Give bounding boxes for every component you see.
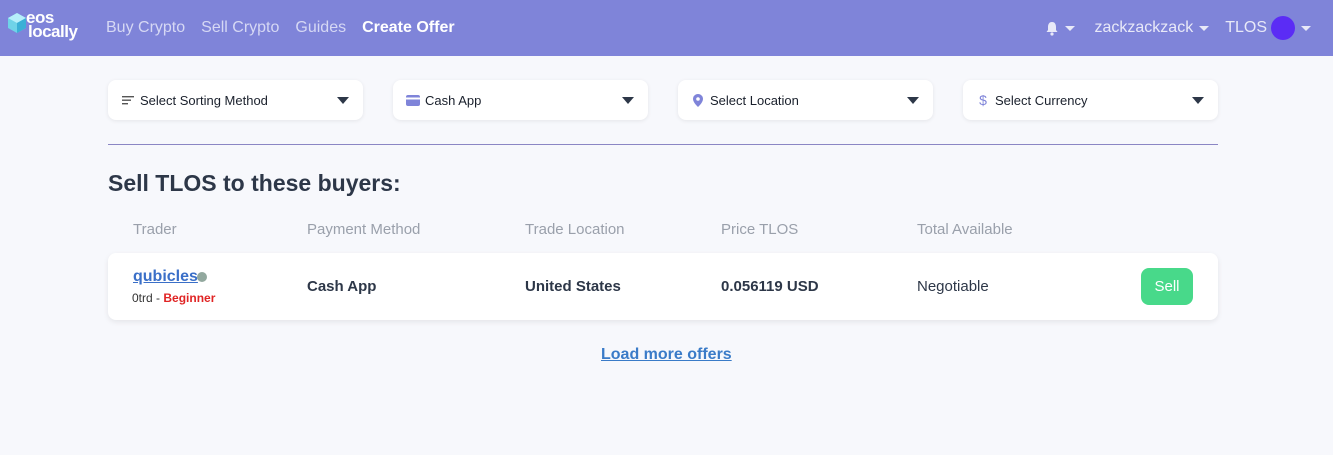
sell-button[interactable]: Sell <box>1141 268 1193 305</box>
table-row: qubicles 0trd - Beginner Cash App United… <box>108 253 1218 320</box>
page-title: Sell TLOS to these buyers: <box>108 170 401 196</box>
nav-sell-crypto[interactable]: Sell Crypto <box>201 19 279 37</box>
nav-right-menu: zackzackzack TLOS <box>1045 0 1333 56</box>
map-pin-icon <box>690 93 706 107</box>
trader-stats: 0trd - Beginner <box>132 291 215 305</box>
payment-method-cell: Cash App <box>307 278 377 295</box>
notifications-dropdown[interactable] <box>1045 21 1075 36</box>
location-select[interactable]: Select Location <box>678 80 933 120</box>
logo-wordmark: eos locally <box>22 9 78 41</box>
nav-create-offer[interactable]: Create Offer <box>362 19 454 37</box>
bell-icon <box>1046 21 1057 36</box>
dollar-icon: $ <box>979 92 987 108</box>
status-dot <box>197 272 207 282</box>
trade-location-cell: United States <box>525 278 621 295</box>
token-label: TLOS <box>1225 19 1267 36</box>
trader-rank-badge: Beginner <box>163 291 216 305</box>
payment-method-select[interactable]: Cash App <box>393 80 648 120</box>
eos-locally-logo[interactable]: eos locally <box>8 9 82 45</box>
chevron-down-icon <box>1064 25 1075 31</box>
chevron-down-icon <box>622 97 634 104</box>
avatar <box>1271 16 1295 40</box>
main-nav-links: Buy Crypto Sell Crypto Guides Create Off… <box>106 0 471 56</box>
token-dropdown[interactable]: TLOS <box>1225 16 1311 40</box>
chevron-down-icon <box>907 97 919 104</box>
column-header-payment-method: Payment Method <box>307 221 421 238</box>
trader-name-link[interactable]: qubicles <box>133 268 198 286</box>
chevron-down-icon <box>1199 25 1210 31</box>
username-label: zackzackzack <box>1094 19 1194 36</box>
column-header-total-available: Total Available <box>917 221 1013 238</box>
column-header-trade-location: Trade Location <box>525 221 625 238</box>
column-header-price: Price TLOS <box>721 221 799 238</box>
sort-method-select[interactable]: Select Sorting Method <box>108 80 363 120</box>
currency-label: Select Currency <box>995 92 1088 108</box>
trade-count: 0trd <box>132 291 153 305</box>
logo-line-2: locally <box>28 22 78 41</box>
trader-stats-separator: - <box>152 291 164 305</box>
top-navbar: eos locally Buy Crypto Sell Crypto Guide… <box>0 0 1333 56</box>
location-label: Select Location <box>710 92 799 108</box>
chevron-down-icon <box>1301 25 1311 31</box>
chevron-down-icon <box>1192 97 1204 104</box>
chevron-down-icon <box>337 97 349 104</box>
sort-method-label: Select Sorting Method <box>140 92 268 108</box>
sort-icon <box>120 95 136 105</box>
currency-select[interactable]: $ Select Currency <box>963 80 1218 120</box>
section-divider <box>108 144 1218 145</box>
nav-guides[interactable]: Guides <box>295 19 346 37</box>
user-dropdown[interactable]: zackzackzack <box>1095 19 1210 37</box>
total-available-cell: Negotiable <box>917 278 989 295</box>
column-header-trader: Trader <box>133 221 177 238</box>
price-cell: 0.056119 USD <box>721 278 819 295</box>
credit-card-icon <box>405 94 421 106</box>
load-more-offers-link[interactable]: Load more offers <box>601 346 732 364</box>
nav-buy-crypto[interactable]: Buy Crypto <box>106 19 185 37</box>
payment-method-label: Cash App <box>425 92 482 108</box>
